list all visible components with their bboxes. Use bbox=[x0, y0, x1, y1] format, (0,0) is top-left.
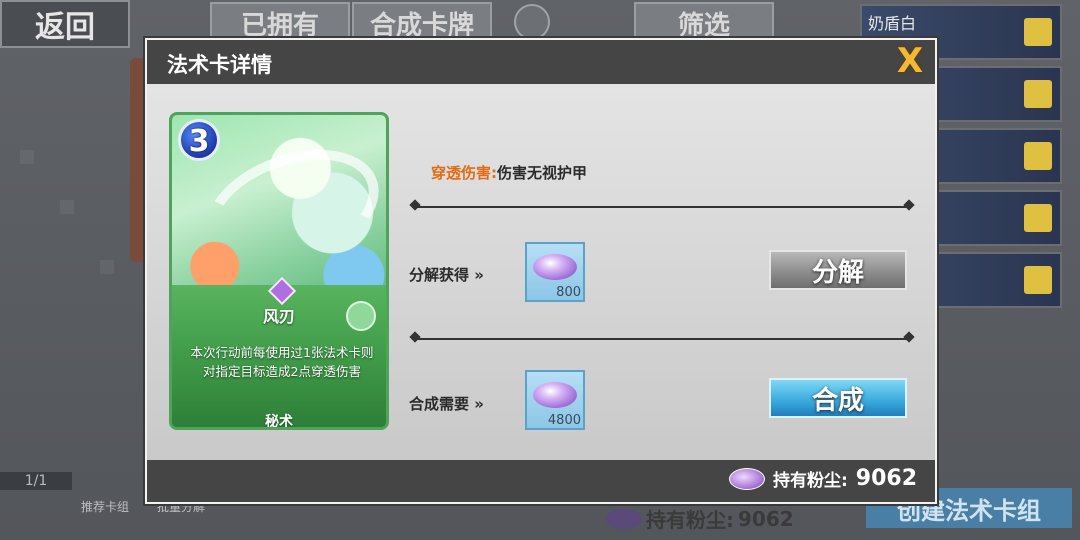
edit-icon[interactable] bbox=[1024, 142, 1052, 170]
dust-value: 9062 bbox=[855, 466, 917, 491]
deck-name: 奶盾白 bbox=[868, 14, 917, 33]
dust-icon bbox=[533, 254, 577, 280]
edit-icon[interactable] bbox=[1024, 266, 1052, 294]
keyword-effect: 穿透伤害:伤害无视护甲 bbox=[431, 162, 587, 183]
edit-icon[interactable] bbox=[1024, 204, 1052, 232]
card-description: 本次行动前每使用过1张法术卡则对指定目标造成2点穿透伤害 bbox=[190, 345, 374, 379]
dust-icon bbox=[606, 508, 642, 529]
dust-label: 持有粉尘: bbox=[772, 471, 848, 491]
close-icon[interactable]: X bbox=[893, 44, 927, 78]
decompose-button[interactable]: 分解 bbox=[769, 250, 907, 290]
bg-dust-counter: 持有粉尘: 9062 bbox=[606, 504, 794, 533]
edit-icon[interactable] bbox=[1024, 80, 1052, 108]
edit-icon[interactable] bbox=[1024, 18, 1052, 46]
dialog-header: 法术卡详情 X bbox=[147, 40, 935, 84]
effect-text: 伤害无视护甲 bbox=[497, 164, 588, 182]
card-type: 秘术 bbox=[265, 414, 293, 430]
dialog-footer: 持有粉尘: 9062 bbox=[147, 460, 935, 502]
card-name: 风刃 bbox=[262, 307, 295, 326]
divider bbox=[415, 206, 909, 208]
spell-card: 3 风刃 本次行动前每使用过1张法术卡则对指定目标造成2点穿透伤害 秘术 bbox=[169, 112, 389, 430]
card-detail-dialog: 法术卡详情 X 3 风刃 本次行动前每使用过1张法术卡则对指定目标造成2点穿透伤… bbox=[145, 38, 937, 504]
decompose-label-text: 分解获得 bbox=[409, 266, 470, 284]
bg-dust-label: 持有粉尘: bbox=[646, 508, 734, 532]
synthesize-label-text: 合成需要 bbox=[409, 395, 470, 413]
effect-keyword: 穿透伤害: bbox=[431, 164, 497, 182]
double-arrow-icon: » bbox=[474, 395, 484, 413]
synthesize-amount: 4800 bbox=[547, 413, 581, 428]
synthesize-label: 合成需要 » bbox=[409, 393, 484, 414]
decompose-amount: 800 bbox=[556, 285, 581, 300]
dust-icon bbox=[533, 382, 577, 408]
play-icon[interactable] bbox=[514, 4, 550, 40]
synthesize-dust-cost: 4800 bbox=[525, 370, 585, 430]
back-button[interactable]: 返回 bbox=[0, 0, 130, 48]
bg-decoration bbox=[60, 200, 74, 214]
wind-swirl-art bbox=[188, 127, 386, 293]
recommended-decks-button[interactable]: 推荐卡组 bbox=[70, 498, 140, 515]
bg-decoration bbox=[20, 150, 34, 164]
decompose-dust-reward: 800 bbox=[525, 242, 585, 302]
decompose-label: 分解获得 » bbox=[409, 264, 484, 285]
synthesize-button[interactable]: 合成 bbox=[769, 378, 907, 418]
dialog-body: 3 风刃 本次行动前每使用过1张法术卡则对指定目标造成2点穿透伤害 秘术 穿透伤… bbox=[147, 84, 935, 460]
dust-counter: 持有粉尘: 9062 bbox=[728, 466, 917, 491]
card-cost: 3 bbox=[178, 119, 220, 161]
page-indicator: 1/1 bbox=[0, 472, 72, 490]
bg-decoration bbox=[100, 260, 114, 274]
bg-dust-value: 9062 bbox=[738, 506, 794, 531]
dialog-title: 法术卡详情 bbox=[167, 53, 272, 77]
divider bbox=[415, 338, 909, 340]
dust-icon bbox=[728, 467, 765, 490]
double-arrow-icon: » bbox=[474, 266, 484, 284]
